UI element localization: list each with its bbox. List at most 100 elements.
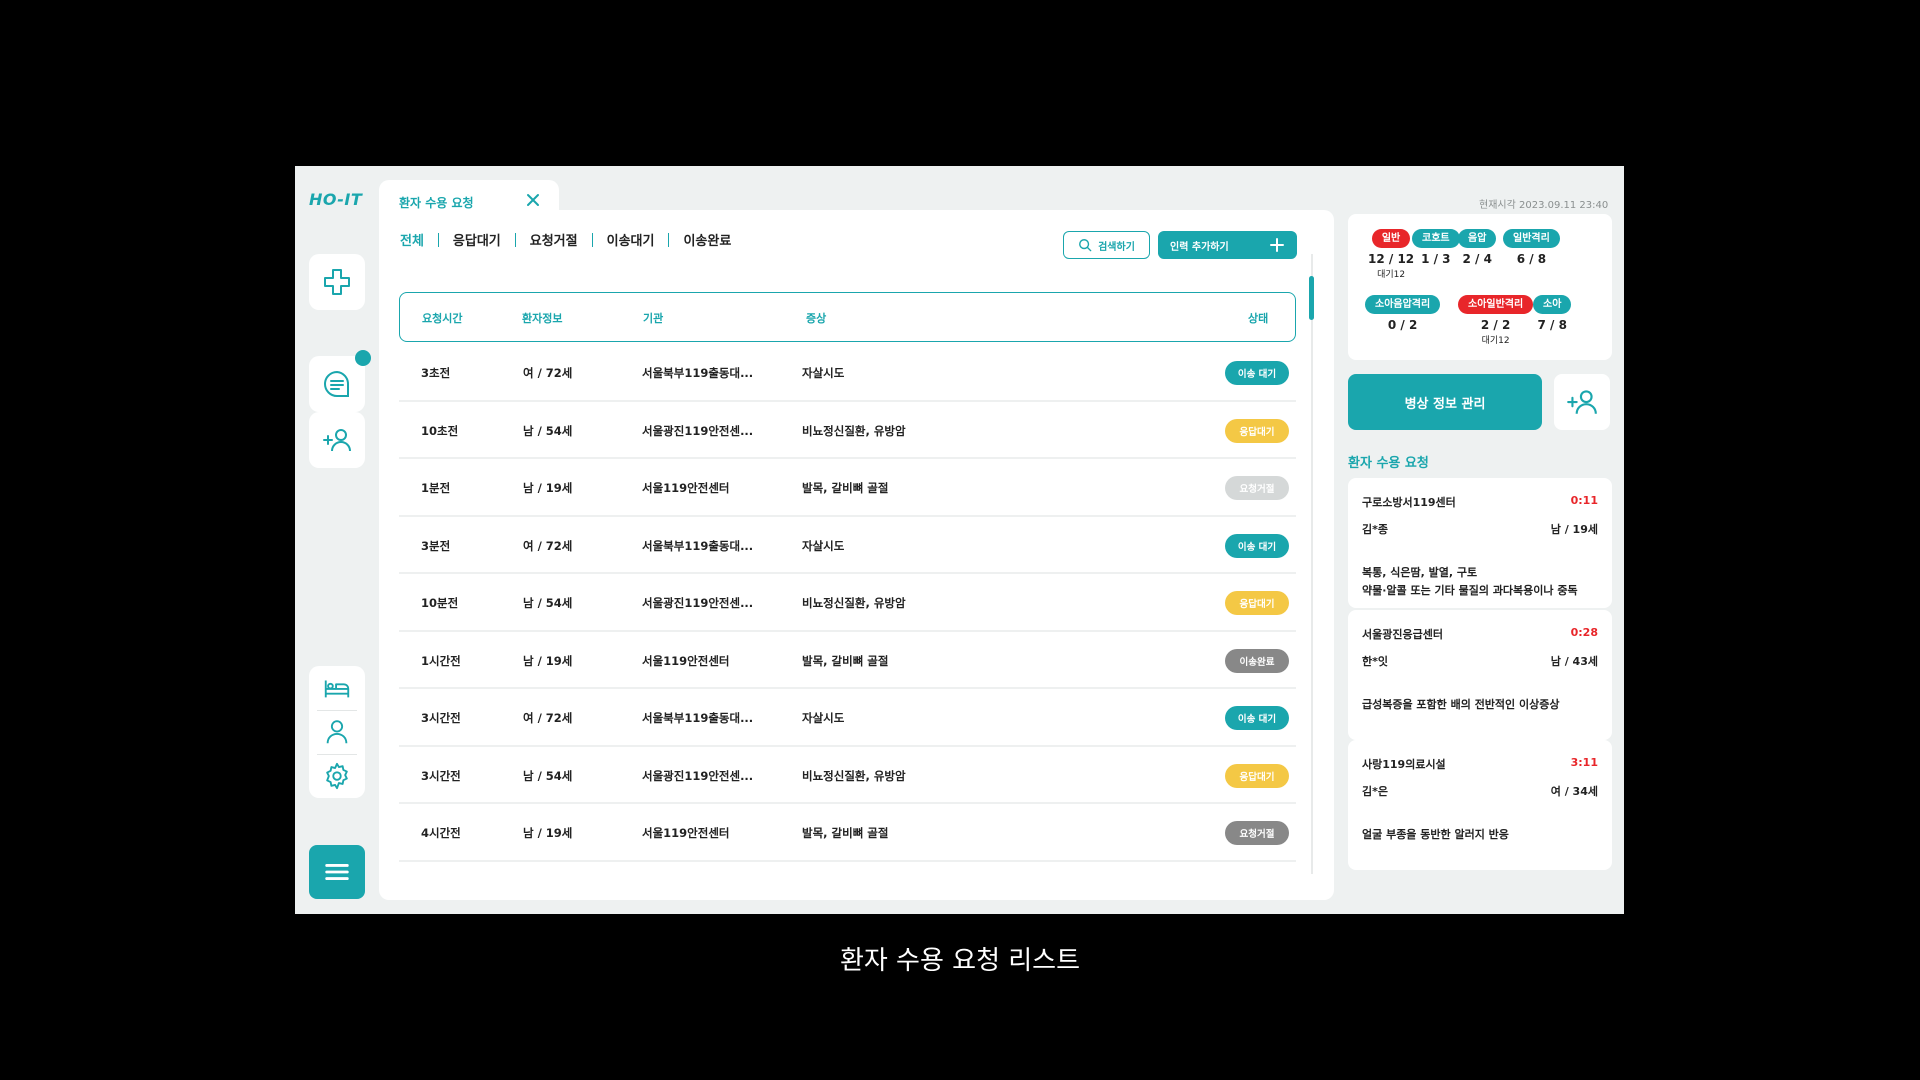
bed-type-pill[interactable]: 일반격리 [1503, 229, 1560, 248]
row-symptom: 자살시도 [802, 711, 845, 725]
row-symptom: 발목, 갈비뼈 골절 [802, 653, 889, 668]
bed-category: 음압 2 / 4 [1458, 226, 1497, 266]
row-org: 서울북부119출동대... [642, 538, 754, 553]
table-row[interactable]: 3분전 여 / 72세 서울북부119출동대... 자살시도 이송 대기 [399, 517, 1296, 574]
table-row[interactable]: 3시간전 남 / 54세 서울광진119안전센... 비뇨정신질환, 유방암 응답대기 [399, 747, 1296, 804]
bed-count: 12 / 12 [1368, 252, 1415, 266]
header-status[interactable]: 상태 [1248, 310, 1268, 326]
filter-awaiting-transfer[interactable]: 이송대기 [593, 230, 669, 249]
request-symptoms: 복통, 식은땀, 발열, 구토 약물·알콜 또는 기타 물질의 과다복용이나 중… [1362, 566, 1578, 597]
add-hospital-button[interactable] [309, 254, 365, 310]
scrollbar-track[interactable] [1311, 254, 1313, 874]
add-staff-button[interactable]: 인력 추가하기 [1158, 231, 1297, 259]
request-patient-info: 여 / 34세 [1550, 785, 1598, 798]
settings-nav-button[interactable] [309, 754, 365, 798]
row-symptom: 자살시도 [802, 366, 845, 380]
medical-cross-icon [324, 269, 350, 295]
table-row[interactable]: 3시간전 여 / 72세 서울북부119출동대... 자살시도 이송 대기 [399, 689, 1296, 747]
status-badge[interactable]: 이송 대기 [1225, 706, 1289, 730]
request-elapsed-time: 0:11 [1570, 494, 1598, 507]
bed-category: 소아일반격리 2 / 2 대기12 [1458, 292, 1534, 346]
table-row[interactable]: 4시간전 남 / 19세 서울119안전센터 발목, 갈비뼈 골절 요청거절 [399, 804, 1296, 862]
search-label: 검색하기 [1098, 241, 1135, 253]
row-org: 서울광진119안전센... [642, 596, 754, 610]
row-patient: 남 / 54세 [523, 423, 573, 438]
bed-waiting: 대기12 [1377, 270, 1406, 280]
search-button[interactable]: 검색하기 [1063, 231, 1150, 259]
incoming-requests-title: 환자 수용 요청 [1348, 456, 1429, 471]
chat-button[interactable] [309, 350, 371, 412]
profile-nav-button[interactable] [309, 710, 365, 754]
header-symptom[interactable]: 증상 [806, 310, 826, 326]
request-patient-name: 김*종 [1362, 523, 1388, 536]
row-patient: 남 / 19세 [523, 653, 573, 668]
bed-type-pill[interactable]: 일반 [1371, 229, 1411, 248]
bed-type-pill[interactable]: 음압 [1458, 229, 1497, 248]
row-time: 10분전 [421, 596, 459, 610]
row-time: 3시간전 [421, 711, 461, 725]
bed-type-pill[interactable]: 소아일반격리 [1458, 295, 1534, 314]
add-user-shortcut-button[interactable] [1554, 374, 1610, 430]
scrollbar-thumb[interactable] [1309, 276, 1314, 320]
row-patient: 남 / 54세 [523, 768, 573, 783]
header-time[interactable]: 요청시간 [422, 310, 462, 326]
header-org[interactable]: 기관 [643, 310, 663, 326]
request-list-panel: 전체 응답대기 요청거절 이송대기 이송완료 검색하기 인력 추가하기 요청시간… [379, 210, 1334, 900]
row-org: 서울119안전센터 [642, 826, 730, 840]
bed-count: 2 / 2 [1480, 318, 1511, 332]
slide-caption: 환자 수용 요청 리스트 [839, 946, 1081, 976]
status-badge[interactable]: 이송 대기 [1225, 533, 1289, 558]
status-badge[interactable]: 이송 대기 [1225, 361, 1289, 385]
status-badge[interactable]: 응답대기 [1225, 763, 1289, 788]
request-patient-info: 남 / 43세 [1550, 655, 1598, 668]
menu-button[interactable] [309, 845, 365, 899]
bed-count: 1 / 3 [1421, 252, 1451, 266]
table-row[interactable]: 1시간전 남 / 19세 서울119안전센터 발목, 갈비뼈 골절 이송완료 [399, 632, 1296, 689]
bed-type-pill[interactable]: 코호트 [1412, 229, 1460, 248]
bed-type-pill[interactable]: 소아 [1533, 295, 1572, 314]
row-org: 서울광진119안전센... [642, 423, 754, 438]
bed-count: 0 / 2 [1387, 318, 1418, 332]
filter-transfer-done[interactable]: 이송완료 [669, 230, 745, 249]
table-row[interactable]: 3초전 여 / 72세 서울북부119출동대... 자살시도 이송 대기 [399, 344, 1296, 402]
status-badge[interactable]: 이송완료 [1225, 648, 1289, 673]
bed-nav-button[interactable] [309, 666, 365, 710]
row-time: 1시간전 [421, 653, 461, 668]
filter-awaiting-response[interactable]: 응답대기 [439, 230, 515, 249]
request-card[interactable]: 서울광진응급센터 0:28 한*잇 남 / 43세 급성복증을 포함한 배의 전반적인 … [1348, 610, 1612, 740]
header-patient[interactable]: 환자정보 [522, 310, 562, 326]
row-patient: 남 / 19세 [523, 481, 573, 495]
bed-count: 2 / 4 [1462, 252, 1492, 266]
row-patient: 남 / 54세 [523, 596, 573, 610]
request-symptoms: 급성복증을 포함한 배의 전반적인 이상증상 [1362, 698, 1560, 711]
add-staff-label: 인력 추가하기 [1170, 241, 1229, 253]
status-badge[interactable]: 응답대기 [1225, 418, 1289, 443]
row-time: 4시간전 [421, 826, 461, 840]
table-row[interactable]: 10분전 남 / 54세 서울광진119안전센... 비뇨정신질환, 유방암 응답대기 [399, 574, 1296, 632]
request-elapsed-time: 3:11 [1570, 756, 1598, 769]
bed-count: 6 / 8 [1516, 252, 1547, 266]
bed-type-pill[interactable]: 소아음압격리 [1365, 295, 1441, 314]
table-row[interactable]: 10초전 남 / 54세 서울광진119안전센... 비뇨정신질환, 유방암 응답대기 [399, 402, 1296, 459]
filter-rejected[interactable]: 요청거절 [516, 230, 592, 249]
request-card[interactable]: 사랑119의료시설 3:11 김*은 여 / 34세 얼굴 부종을 동반한 알러지 반응 [1348, 740, 1612, 870]
request-patient-name: 한*잇 [1362, 655, 1388, 668]
status-badge[interactable]: 요청거절 [1225, 476, 1289, 500]
bed-category: 일반 12 / 12 대기12 [1368, 226, 1414, 280]
request-patient-info: 남 / 19세 [1550, 523, 1598, 536]
filter-all[interactable]: 전체 [400, 230, 438, 249]
request-card[interactable]: 구로소방서119센터 0:11 김*종 남 / 19세 복통, 식은땀, 발열, 구토 … [1348, 478, 1612, 608]
bed-waiting: 대기12 [1481, 336, 1510, 346]
close-icon[interactable] [525, 192, 541, 208]
bed-category: 소아 7 / 8 [1533, 292, 1572, 332]
row-patient: 여 / 72세 [523, 711, 573, 725]
status-badge[interactable]: 응답대기 [1225, 591, 1289, 615]
sidebar-nav-group [309, 666, 365, 798]
row-patient: 남 / 19세 [523, 826, 573, 840]
table-row[interactable]: 1분전 남 / 19세 서울119안전센터 발목, 갈비뼈 골절 요청거절 [399, 459, 1296, 517]
bed-management-button[interactable]: 병상 정보 관리 [1348, 374, 1542, 430]
row-patient: 여 / 72세 [523, 538, 573, 553]
status-badge[interactable]: 요청거절 [1225, 821, 1289, 845]
row-symptom: 발목, 갈비뼈 골절 [802, 826, 889, 840]
add-user-button[interactable] [309, 412, 365, 468]
